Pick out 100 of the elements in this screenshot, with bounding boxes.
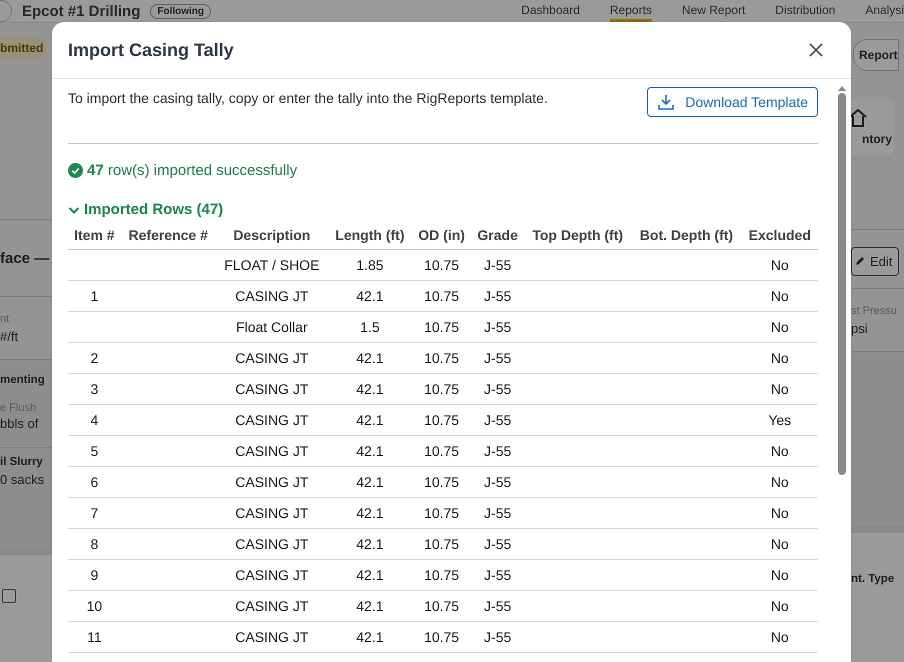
download-icon <box>657 93 676 111</box>
length-cell: 1.85 <box>328 250 412 280</box>
section-title: face — <box>0 250 50 266</box>
item-number-cell: 10 <box>68 590 121 622</box>
grade-cell: J-55 <box>471 466 524 498</box>
excluded-cell: No <box>742 342 818 374</box>
grade-cell: J-55 <box>471 498 524 528</box>
excluded-cell: No <box>742 590 818 622</box>
check-circle-icon <box>68 163 83 178</box>
column-header: Bot. Depth (ft) <box>631 223 742 250</box>
slurry-title: il Slurry <box>0 456 44 468</box>
od-cell: 10.75 <box>412 560 472 590</box>
description-cell: CASING JT <box>216 404 328 436</box>
description-cell: CASING JT <box>216 466 328 498</box>
description-cell: CASING JT <box>216 374 328 404</box>
description-cell: CASING JT <box>216 280 328 312</box>
edit-button[interactable]: Edit <box>851 246 900 276</box>
field-value: #/ft <box>0 328 20 344</box>
description-cell: Float Collar <box>216 312 328 342</box>
description-cell: CASING JT <box>216 560 328 590</box>
excluded-cell: No <box>742 250 818 280</box>
column-header: Length (ft) <box>328 223 412 250</box>
grade-cell: J-55 <box>471 528 524 560</box>
excluded-cell: No <box>742 436 818 466</box>
nav-tab[interactable]: New Report <box>682 0 746 22</box>
description-cell: CASING JT <box>216 622 328 652</box>
item-number-cell: 1 <box>68 280 121 312</box>
grade-cell: J-55 <box>471 436 524 466</box>
excluded-cell: No <box>742 374 818 404</box>
instruction-text: To import the casing tally, copy or enter the tally into the RigReports template. <box>68 89 548 106</box>
description-cell: CASING JT <box>216 498 328 528</box>
scroll-up-arrow-icon[interactable] <box>838 85 846 91</box>
grade-cell: J-55 <box>471 312 524 342</box>
column-header: Reference # <box>120 223 216 250</box>
status-badge: bmitted <box>0 38 46 58</box>
od-cell: 10.75 <box>412 374 472 404</box>
length-cell: 42.1 <box>328 436 412 466</box>
success-message: 47 row(s) imported successfully <box>87 162 298 179</box>
imported-rows-toggle[interactable]: Imported Rows (47) <box>68 201 224 218</box>
item-number-cell: 8 <box>68 528 121 560</box>
item-number-cell: 2 <box>68 342 121 374</box>
length-cell: 42.1 <box>328 528 412 560</box>
od-cell: 10.75 <box>412 404 472 436</box>
od-cell: 10.75 <box>412 498 472 528</box>
excluded-cell: No <box>742 528 818 560</box>
length-cell: 42.1 <box>328 498 412 528</box>
nav-tab[interactable]: Distribution <box>775 0 836 22</box>
grade-cell: J-55 <box>471 342 524 374</box>
nav-tab[interactable]: Analysi <box>865 0 904 22</box>
item-number-cell: 6 <box>68 466 121 498</box>
item-number-cell: 7 <box>68 498 121 528</box>
scrollbar[interactable] <box>838 85 846 475</box>
od-cell: 10.75 <box>412 622 472 652</box>
inventory-card[interactable]: ntory <box>851 99 894 155</box>
field-label: st Pressu <box>851 304 898 316</box>
length-cell: 42.1 <box>328 466 412 498</box>
column-header: Excluded <box>742 223 818 250</box>
od-cell: 10.75 <box>412 280 472 312</box>
field-value: psi <box>851 320 869 336</box>
grade-cell: J-55 <box>471 404 524 436</box>
excluded-cell: No <box>742 280 818 312</box>
well-title: Epcot #1 Drilling <box>22 2 140 20</box>
report-button[interactable]: Report <box>853 39 899 71</box>
od-cell: 10.75 <box>412 312 472 342</box>
length-cell: 42.1 <box>328 560 412 590</box>
following-badge[interactable]: Following <box>150 4 212 18</box>
excluded-cell: Yes <box>742 404 818 436</box>
description-cell: FLOAT / SHOE <box>216 250 328 280</box>
grade-cell: J-55 <box>471 622 524 652</box>
grade-cell: J-55 <box>471 374 524 404</box>
column-header: Top Depth (ft) <box>524 223 632 250</box>
pencil-icon <box>854 255 866 267</box>
length-cell: 42.1 <box>328 622 412 652</box>
length-cell: 42.1 <box>328 280 412 312</box>
dialog-title: Import Casing Tally <box>68 40 234 60</box>
column-header: OD (in) <box>412 223 472 250</box>
close-button[interactable] <box>807 41 825 59</box>
od-cell: 10.75 <box>412 436 472 466</box>
excluded-cell: No <box>742 312 818 342</box>
length-cell: 42.1 <box>328 590 412 622</box>
description-cell: CASING JT <box>216 342 328 374</box>
grade-cell: J-55 <box>471 590 524 622</box>
nav-tab[interactable]: Dashboard <box>521 0 580 22</box>
od-cell: 10.75 <box>412 466 472 498</box>
download-template-button[interactable]: Download Template <box>647 87 818 117</box>
length-cell: 42.1 <box>328 404 412 436</box>
od-cell: 10.75 <box>412 342 472 374</box>
item-number-cell: 3 <box>68 374 121 404</box>
cementing-title: menting <box>0 374 46 386</box>
grade-cell: J-55 <box>471 280 524 312</box>
od-cell: 10.75 <box>412 528 472 560</box>
item-number-cell: 5 <box>68 436 121 466</box>
excluded-cell: No <box>742 466 818 498</box>
flush-value: bbls of <box>0 416 40 431</box>
description-cell: CASING JT <box>216 528 328 560</box>
row-checkbox[interactable] <box>2 589 16 603</box>
length-cell: 42.1 <box>328 374 412 404</box>
column-header: nt. Type <box>851 573 894 585</box>
grade-cell: J-55 <box>471 560 524 590</box>
excluded-cell: No <box>742 622 818 652</box>
